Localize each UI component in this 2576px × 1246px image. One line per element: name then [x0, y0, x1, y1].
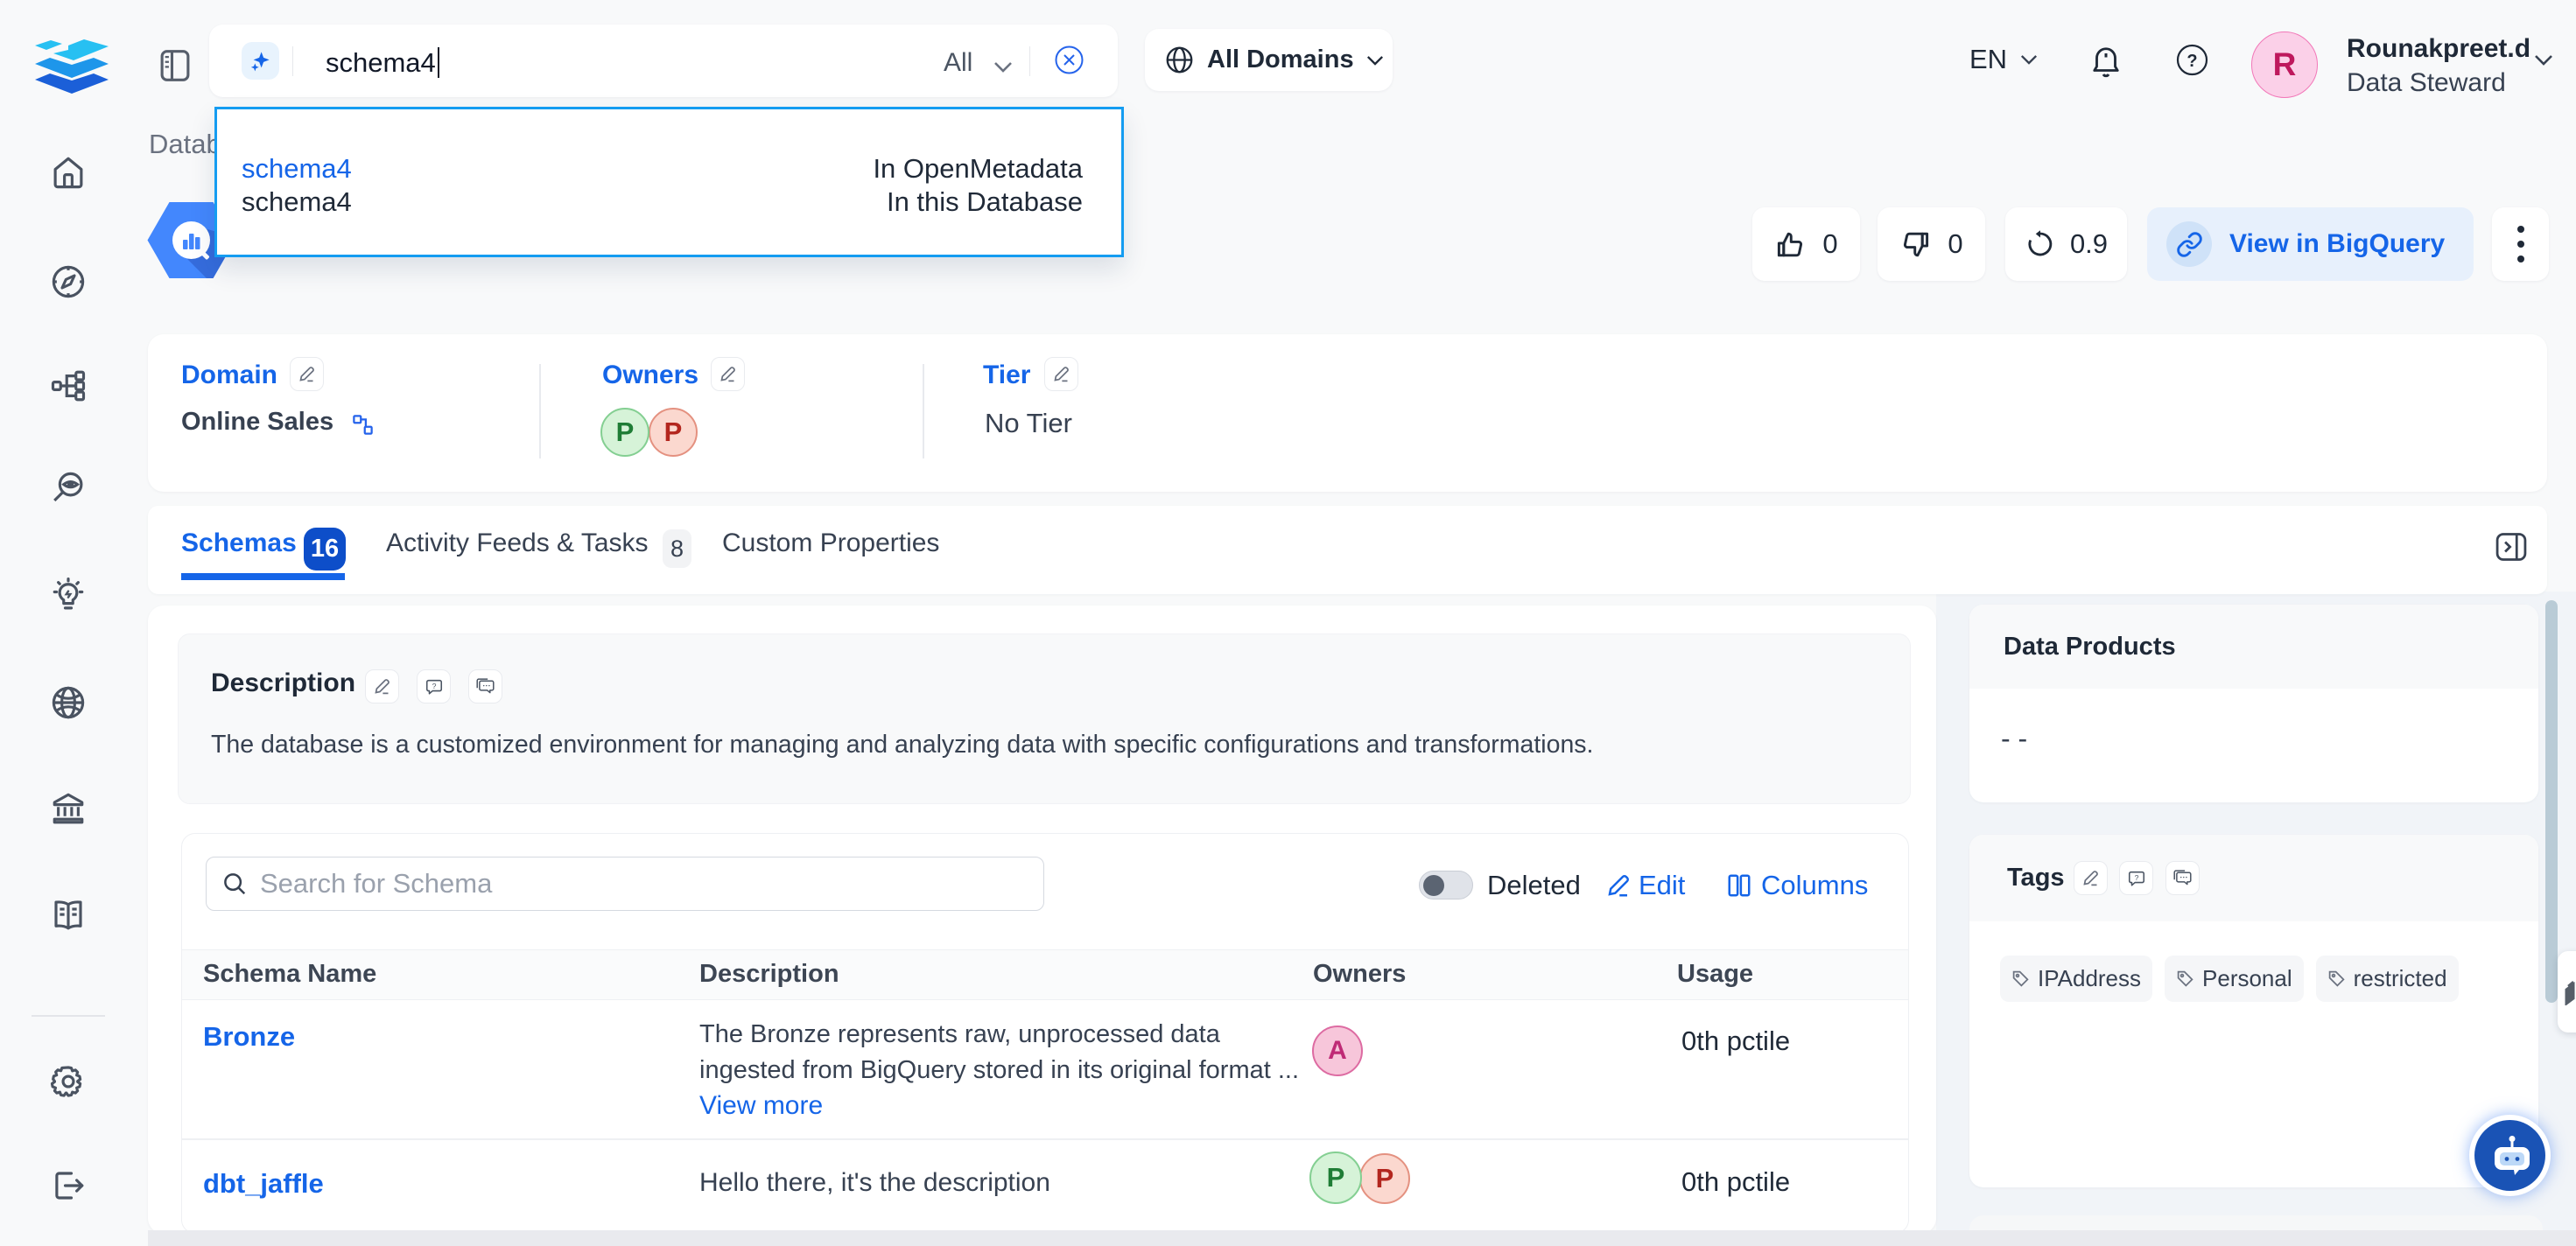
- svg-text:?: ?: [432, 681, 436, 690]
- svg-text:?: ?: [2134, 872, 2138, 881]
- svg-text:?: ?: [2186, 52, 2197, 71]
